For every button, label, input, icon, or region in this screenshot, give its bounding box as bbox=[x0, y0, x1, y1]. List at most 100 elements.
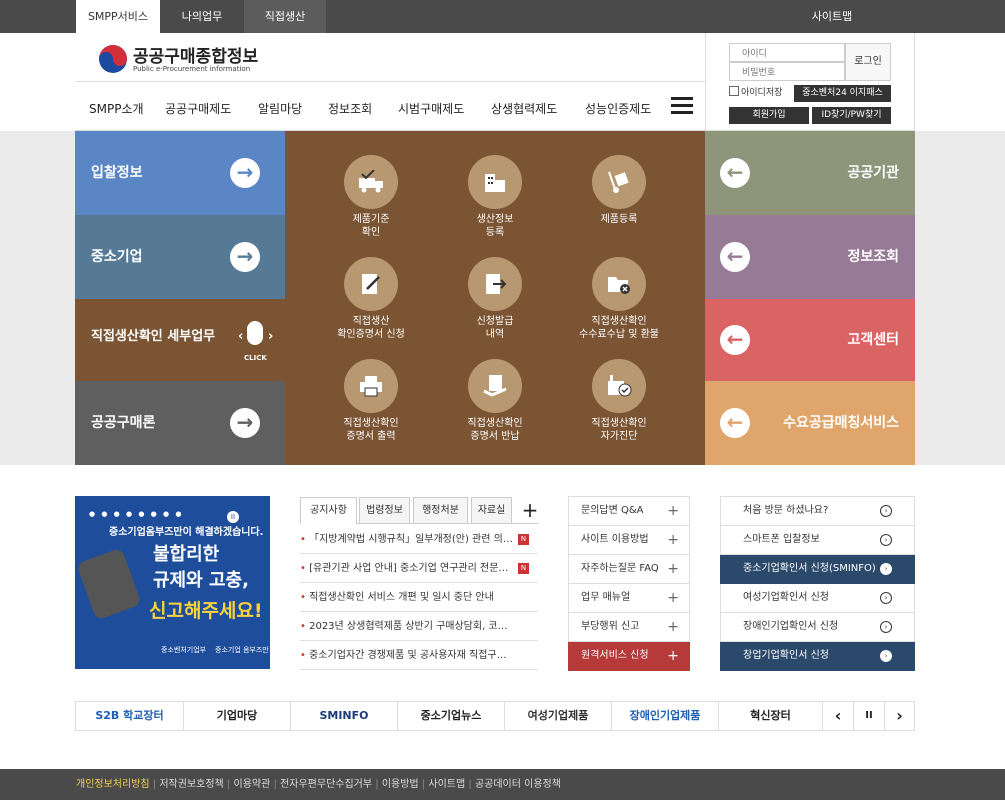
footer-usage-link[interactable]: 이용방법 bbox=[382, 779, 419, 790]
banner-next-button[interactable]: › bbox=[884, 701, 914, 731]
service-self-diagnosis[interactable]: 직접생산확인 자가진단 bbox=[564, 359, 674, 443]
footer-terms-link[interactable]: 이용약관 bbox=[234, 779, 271, 790]
arrow-left-icon: ← bbox=[720, 408, 750, 438]
service-label: 내역 bbox=[485, 329, 505, 340]
menu-procurement-system[interactable]: 공공구매제도 bbox=[165, 100, 231, 117]
carousel-dots[interactable]: ● ● ● ● ● ● ● ● bbox=[89, 510, 209, 518]
service-product-register[interactable]: 제품등록 bbox=[564, 155, 674, 226]
footer-email-link[interactable]: 전자우편무단수집거부 bbox=[280, 779, 372, 790]
link-women-biz[interactable]: 여성기업확인서 신청 › bbox=[720, 584, 915, 613]
banner-sminfo[interactable]: SMINFO bbox=[290, 701, 397, 731]
banner-innovation-market[interactable]: 혁신장터 bbox=[718, 701, 822, 731]
banner-women-products[interactable]: 여성기업제품 bbox=[504, 701, 611, 731]
ombudsman-promo-banner[interactable]: ● ● ● ● ● ● ● ● II 중소기업옴부즈만이 해결하겠습니다. 불합… bbox=[75, 496, 270, 669]
service-fee-refund[interactable]: 직접생산확인수수료수납 및 환불 bbox=[564, 257, 674, 341]
arrow-left-icon: ← bbox=[720, 325, 750, 355]
banner-disabled-products[interactable]: 장애인기업제품 bbox=[611, 701, 718, 731]
menu-info-search[interactable]: 정보조회 bbox=[328, 100, 372, 117]
public-procurement-block[interactable]: 공공구매론 → bbox=[75, 381, 285, 465]
tab-direct-production[interactable]: 직접생산 bbox=[244, 0, 326, 33]
service-label: 생산정보 bbox=[476, 214, 514, 225]
info-search-block[interactable]: ← 정보조회 bbox=[705, 215, 915, 299]
folder-cancel-icon bbox=[592, 257, 646, 311]
menu-certification[interactable]: 성능인증제도 bbox=[585, 100, 651, 117]
join-button[interactable]: 회원가입 bbox=[729, 107, 809, 124]
footer-copyright-link[interactable]: 저작권보호정책 bbox=[159, 779, 223, 790]
notice-item[interactable]: • 「지방계약법 시행규칙」일부개정(안) 관련 의… bbox=[300, 525, 538, 554]
service-label: 직접생산확인 bbox=[591, 316, 647, 327]
find-id-pw-button[interactable]: ID찾기/PW찾기 bbox=[812, 107, 891, 124]
matching-service-block[interactable]: ← 수요공급매칭서비스 bbox=[705, 381, 915, 465]
tab-notice[interactable]: 공지사항 bbox=[300, 497, 357, 524]
link-report[interactable]: 부당행위 신고 + bbox=[568, 613, 690, 642]
mouse-icon bbox=[247, 321, 263, 345]
link-sminfo[interactable]: 중소기업확인서 신청(SMINFO) › bbox=[720, 555, 915, 584]
notice-item[interactable]: • 2023년 상생협력제품 상반기 구매상담회, 코… bbox=[300, 612, 538, 641]
banner-bizinfo[interactable]: 기업마당 bbox=[183, 701, 290, 731]
id-input[interactable] bbox=[729, 43, 845, 62]
tab-disposition[interactable]: 행정처분 bbox=[413, 497, 468, 524]
link-label: 여성기업확인서 신청 bbox=[743, 592, 829, 603]
link-qna[interactable]: 문의답변 Q&A + bbox=[568, 497, 690, 526]
service-label: 직접생산확인 bbox=[343, 418, 399, 429]
banner-prev-button[interactable]: ‹ bbox=[822, 701, 853, 731]
link-first-visit[interactable]: 처음 방문 하셨나요? › bbox=[720, 497, 915, 526]
tab-my-work[interactable]: 나의업무 bbox=[160, 0, 244, 33]
menu-notice-board[interactable]: 알림마당 bbox=[258, 100, 302, 117]
link-site-guide[interactable]: 사이트 이용방법 + bbox=[568, 526, 690, 555]
easypass-button[interactable]: 중소벤처24 이지패스 bbox=[794, 85, 891, 102]
link-manual[interactable]: 업무 매뉴얼 + bbox=[568, 584, 690, 613]
footer-privacy-link[interactable]: 개인정보처리방침 bbox=[76, 779, 150, 790]
arrow-circle-icon: › bbox=[880, 650, 892, 662]
logo-subtitle: Public e-Procurement information bbox=[133, 65, 251, 73]
tab-archive[interactable]: 자료실 bbox=[471, 497, 512, 524]
sitemap-link[interactable]: 사이트맵 bbox=[792, 0, 872, 33]
link-label: 문의답변 Q&A bbox=[581, 505, 644, 516]
menu-pilot-purchase[interactable]: 시범구매제도 bbox=[398, 100, 464, 117]
more-plus-icon[interactable]: + bbox=[520, 497, 540, 524]
service-product-criteria[interactable]: 제품기준 확인 bbox=[316, 155, 426, 239]
banner-s2b[interactable]: S2B 학교장터 bbox=[76, 701, 183, 731]
document-edit-icon bbox=[344, 257, 398, 311]
notice-title: 중소기업자간 경쟁제품 및 공사용자재 직접구… bbox=[309, 650, 507, 661]
sme-block[interactable]: 중소기업 → bbox=[75, 215, 285, 299]
login-button[interactable]: 로그인 bbox=[845, 43, 891, 81]
tab-smpp-service[interactable]: SMPP서비스 bbox=[76, 0, 160, 33]
direct-production-block[interactable]: 직접생산확인 세부업무 ‹ › CLICK bbox=[75, 299, 285, 381]
service-direct-production-apply[interactable]: 직접생산 확인증명서 신청 bbox=[316, 257, 426, 341]
public-agency-block[interactable]: ← 공공기관 bbox=[705, 131, 915, 215]
banner-pause-button[interactable]: II bbox=[853, 701, 884, 731]
password-input[interactable] bbox=[729, 62, 845, 81]
service-production-info[interactable]: 생산정보 등록 bbox=[440, 155, 550, 239]
notice-item[interactable]: • 직접생산확인 서비스 개편 및 일시 중단 안내 bbox=[300, 583, 538, 612]
banner-sme-news[interactable]: 중소기업뉴스 bbox=[397, 701, 504, 731]
link-startup-biz[interactable]: 창업기업확인서 신청 › bbox=[720, 642, 915, 671]
save-id-checkbox[interactable] bbox=[729, 86, 739, 96]
tab-laws[interactable]: 법령정보 bbox=[359, 497, 410, 524]
customer-center-block[interactable]: ← 고객센터 bbox=[705, 299, 915, 381]
link-remote-service[interactable]: 원격서비스 신청 + bbox=[568, 642, 690, 671]
arrow-right-icon: → bbox=[230, 242, 260, 272]
hamburger-menu-icon[interactable] bbox=[671, 97, 693, 115]
service-label: 수수료수납 및 환불 bbox=[579, 329, 659, 340]
bid-info-block[interactable]: 입찰정보 → bbox=[75, 131, 285, 215]
link-label: 사이트 이용방법 bbox=[581, 534, 649, 545]
government-emblem-icon bbox=[98, 44, 128, 74]
service-label: 제품기준 bbox=[352, 214, 390, 225]
footer-sitemap-link[interactable]: 사이트맵 bbox=[428, 779, 465, 790]
logo-title[interactable]: 공공구매종합정보 bbox=[133, 42, 258, 67]
menu-smpp-intro[interactable]: SMPP소개 bbox=[89, 100, 144, 117]
menu-cooperation[interactable]: 상생협력제도 bbox=[491, 100, 557, 117]
footer-public-data-link[interactable]: 공공데이터 이용정책 bbox=[475, 779, 561, 790]
service-certificate-print[interactable]: 직접생산확인증명서 출력 bbox=[316, 359, 426, 443]
rock-image bbox=[76, 547, 142, 621]
link-disabled-biz[interactable]: 장애인기업확인서 신청 › bbox=[720, 613, 915, 642]
service-issue-history[interactable]: 신청발급 내역 bbox=[440, 257, 550, 341]
notice-item[interactable]: • [유관기관 사업 안내] 중소기업 연구관리 전문… bbox=[300, 554, 538, 583]
service-label: 증명서 출력 bbox=[346, 431, 396, 442]
notice-item[interactable]: • 중소기업자간 경쟁제품 및 공사용자재 직접구… bbox=[300, 641, 538, 670]
link-faq[interactable]: 자주하는질문 FAQ + bbox=[568, 555, 690, 584]
pause-icon[interactable]: II bbox=[227, 511, 239, 523]
link-mobile-bid[interactable]: 스마트폰 입찰정보 › bbox=[720, 526, 915, 555]
service-certificate-return[interactable]: 직접생산확인 증명서 반납 bbox=[440, 359, 550, 443]
